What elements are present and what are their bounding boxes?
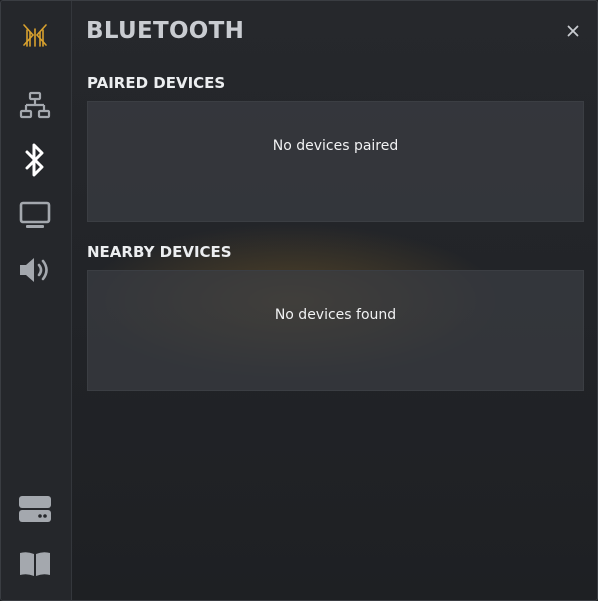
nearby-devices-title: NEARBY DEVICES [87,243,232,261]
book-icon [20,552,50,576]
paired-devices-empty-text: No devices paired [272,138,399,154]
nearby-devices-empty-text: No devices found [274,307,397,323]
logo-button[interactable] [11,13,59,57]
sidebar-item-network[interactable] [11,83,59,127]
sidebar [1,1,72,600]
network-icon [19,91,51,119]
sidebar-item-storage[interactable] [11,487,59,531]
paired-devices-title: PAIRED DEVICES [87,74,226,92]
bluetooth-window: BLUETOOTH PAIRED DEVICES No devices pair… [0,0,598,601]
main-panel: BLUETOOTH PAIRED DEVICES No devices pair… [72,1,597,600]
nearby-devices-list: No devices found [87,270,584,391]
bluetooth-icon [25,143,44,177]
close-button[interactable] [563,21,583,41]
sidebar-item-bluetooth[interactable] [11,138,59,182]
monitor-icon [19,201,51,228]
drive-icon [19,496,51,522]
page-title: BLUETOOTH [86,18,245,44]
sidebar-item-audio[interactable] [11,248,59,292]
paired-devices-list: No devices paired [87,101,584,222]
close-icon [567,25,579,37]
sidebar-item-manual[interactable] [11,542,59,586]
logo-icon [23,24,47,47]
sidebar-item-display[interactable] [11,193,59,237]
speaker-icon [20,258,48,282]
